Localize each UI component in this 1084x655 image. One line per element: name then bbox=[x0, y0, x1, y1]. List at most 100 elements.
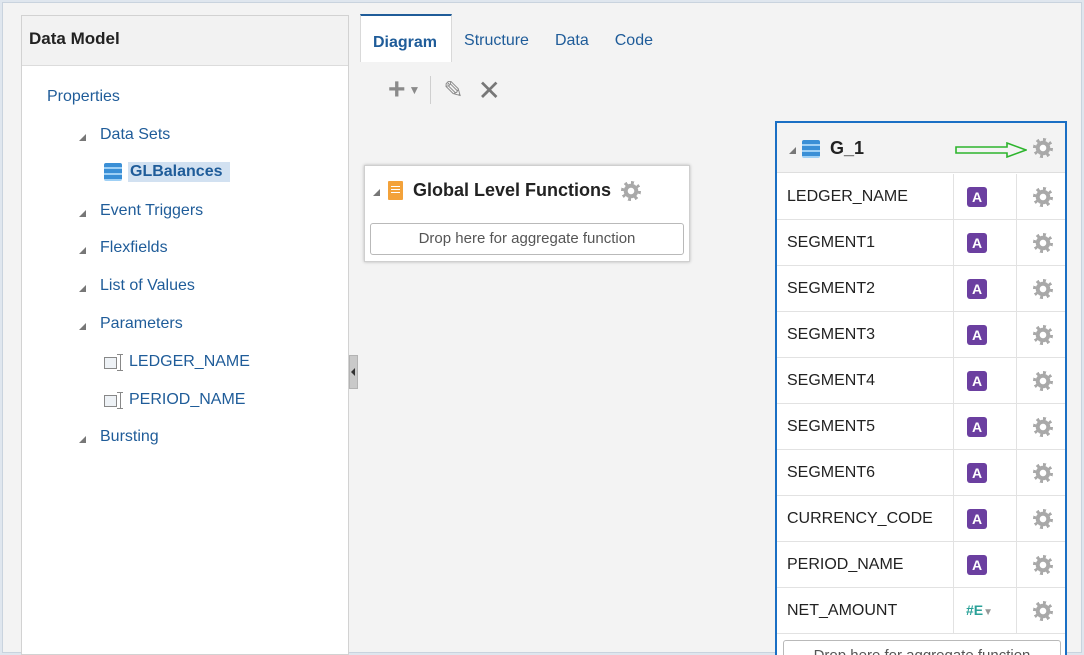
tree-item-event-triggers[interactable]: Event Triggers bbox=[79, 202, 203, 220]
column-row[interactable]: CURRENCY_CODE A bbox=[777, 496, 1065, 542]
column-name: CURRENCY_CODE bbox=[787, 510, 933, 527]
gear-icon[interactable] bbox=[1033, 417, 1053, 437]
string-type-icon: A bbox=[967, 555, 987, 575]
tab-code[interactable]: Code bbox=[603, 14, 667, 62]
column-row[interactable]: SEGMENT5 A bbox=[777, 404, 1065, 450]
column-row[interactable]: SEGMENT2 A bbox=[777, 266, 1065, 312]
dataset-icon bbox=[104, 163, 122, 181]
column-name: SEGMENT2 bbox=[787, 280, 876, 297]
column-type-cell: A bbox=[953, 450, 1017, 496]
annotation-arrow-icon bbox=[955, 142, 1027, 158]
plus-icon[interactable]: + bbox=[388, 75, 406, 105]
column-type-cell: #E▼ bbox=[953, 588, 1017, 634]
gear-icon[interactable] bbox=[1033, 371, 1053, 391]
column-name: LEDGER_NAME bbox=[787, 188, 908, 205]
tree-item-data-sets[interactable]: Data Sets bbox=[79, 126, 170, 144]
expand-triangle-icon[interactable] bbox=[79, 322, 86, 330]
column-type-cell: A bbox=[953, 358, 1017, 404]
gear-icon[interactable] bbox=[1033, 601, 1053, 621]
properties-link[interactable]: Properties bbox=[47, 88, 120, 106]
gear-icon[interactable] bbox=[1033, 325, 1053, 345]
column-name: PERIOD_NAME bbox=[787, 556, 904, 573]
tree-item-label: PERIOD_NAME bbox=[129, 391, 246, 408]
panel-collapse-handle[interactable] bbox=[349, 355, 358, 389]
gear-icon[interactable] bbox=[1033, 555, 1053, 575]
tree-item-label: Event Triggers bbox=[100, 202, 204, 219]
column-row[interactable]: NET_AMOUNT #E▼ bbox=[777, 588, 1065, 634]
pencil-icon[interactable]: ✎ bbox=[443, 76, 463, 105]
column-row[interactable]: SEGMENT6 A bbox=[777, 450, 1065, 496]
collapse-triangle-icon[interactable] bbox=[373, 189, 380, 196]
column-row[interactable]: PERIOD_NAME A bbox=[777, 542, 1065, 588]
gear-icon[interactable] bbox=[1033, 187, 1053, 207]
gear-icon[interactable] bbox=[1033, 509, 1053, 529]
tree-item-label: Flexfields bbox=[100, 239, 168, 256]
expand-triangle-icon[interactable] bbox=[79, 246, 86, 254]
tree-item-param-ledger-name[interactable]: LEDGER_NAME bbox=[104, 353, 250, 371]
document-icon bbox=[388, 181, 403, 200]
global-level-functions-box: Global Level Functions Drop here for agg… bbox=[364, 165, 690, 262]
dataset-icon bbox=[802, 139, 820, 158]
column-row[interactable]: SEGMENT3 A bbox=[777, 312, 1065, 358]
expand-triangle-icon[interactable] bbox=[79, 284, 86, 292]
group-aggregate-drop-zone[interactable]: Drop here for aggregate function bbox=[783, 640, 1061, 655]
expand-triangle-icon[interactable] bbox=[79, 209, 86, 217]
number-type-label: #E bbox=[966, 602, 984, 618]
tab-bar: Diagram Structure Data Code bbox=[360, 14, 667, 62]
tree-item-parameters[interactable]: Parameters bbox=[79, 315, 183, 333]
tree-item-param-period-name[interactable]: PERIOD_NAME bbox=[104, 391, 245, 409]
column-row[interactable]: SEGMENT1 A bbox=[777, 220, 1065, 266]
string-type-icon: A bbox=[967, 417, 987, 437]
tree-item-label: Parameters bbox=[100, 315, 183, 332]
column-name: NET_AMOUNT bbox=[787, 602, 898, 619]
column-name: SEGMENT4 bbox=[787, 372, 876, 389]
column-row[interactable]: LEDGER_NAME A bbox=[777, 174, 1065, 220]
tree-item-label: Bursting bbox=[100, 428, 159, 445]
column-row[interactable]: SEGMENT4 A bbox=[777, 358, 1065, 404]
column-type-cell: A bbox=[953, 174, 1017, 220]
tab-diagram[interactable]: Diagram bbox=[360, 14, 453, 62]
string-type-icon: A bbox=[967, 233, 987, 253]
column-type-cell: A bbox=[953, 220, 1017, 266]
tab-data[interactable]: Data bbox=[543, 14, 603, 62]
string-type-icon: A bbox=[967, 463, 987, 483]
aggregate-drop-zone[interactable]: Drop here for aggregate function bbox=[370, 223, 684, 255]
group-header: G_1 bbox=[777, 123, 1065, 173]
parameter-icon bbox=[104, 354, 126, 371]
column-type-cell: A bbox=[953, 312, 1017, 358]
glf-title: Global Level Functions bbox=[413, 180, 612, 200]
tab-structure[interactable]: Structure bbox=[452, 14, 543, 62]
gear-icon[interactable] bbox=[1033, 279, 1053, 299]
column-type-cell: A bbox=[953, 266, 1017, 312]
column-name: SEGMENT1 bbox=[787, 234, 876, 251]
x-icon[interactable]: ✕ bbox=[478, 74, 501, 107]
group-title: G_1 bbox=[830, 138, 865, 158]
chevron-down-icon[interactable]: ▼ bbox=[409, 83, 421, 97]
chevron-down-icon: ▼ bbox=[983, 607, 994, 618]
properties-label: Properties bbox=[47, 88, 120, 105]
gear-icon[interactable] bbox=[1033, 138, 1053, 158]
string-type-icon: A bbox=[967, 187, 987, 207]
glf-header: Global Level Functions bbox=[373, 180, 642, 201]
tree-item-flexfields[interactable]: Flexfields bbox=[79, 239, 168, 257]
diagram-toolbar: + ▼ ✎ ✕ bbox=[388, 74, 501, 107]
gear-icon[interactable] bbox=[621, 180, 642, 201]
string-type-icon: A bbox=[967, 279, 987, 299]
collapse-triangle-icon[interactable] bbox=[789, 147, 796, 154]
group-title-area: G_1 bbox=[789, 138, 864, 159]
column-type-cell: A bbox=[953, 542, 1017, 588]
tree-item-list-of-values[interactable]: List of Values bbox=[79, 277, 195, 295]
column-type-cell: A bbox=[953, 404, 1017, 450]
expand-triangle-icon[interactable] bbox=[79, 435, 86, 443]
string-type-icon: A bbox=[967, 371, 987, 391]
column-name: SEGMENT3 bbox=[787, 326, 876, 343]
panel-title: Data Model bbox=[22, 16, 348, 66]
tree-item-label: Data Sets bbox=[100, 126, 171, 143]
tree-item-glbalances[interactable]: GLBalances bbox=[104, 162, 231, 182]
gear-icon[interactable] bbox=[1033, 463, 1053, 483]
expand-triangle-icon[interactable] bbox=[79, 133, 86, 141]
string-type-icon: A bbox=[967, 325, 987, 345]
tree-item-bursting[interactable]: Bursting bbox=[79, 428, 159, 446]
number-type-icon[interactable]: #E▼ bbox=[966, 602, 993, 618]
gear-icon[interactable] bbox=[1033, 233, 1053, 253]
